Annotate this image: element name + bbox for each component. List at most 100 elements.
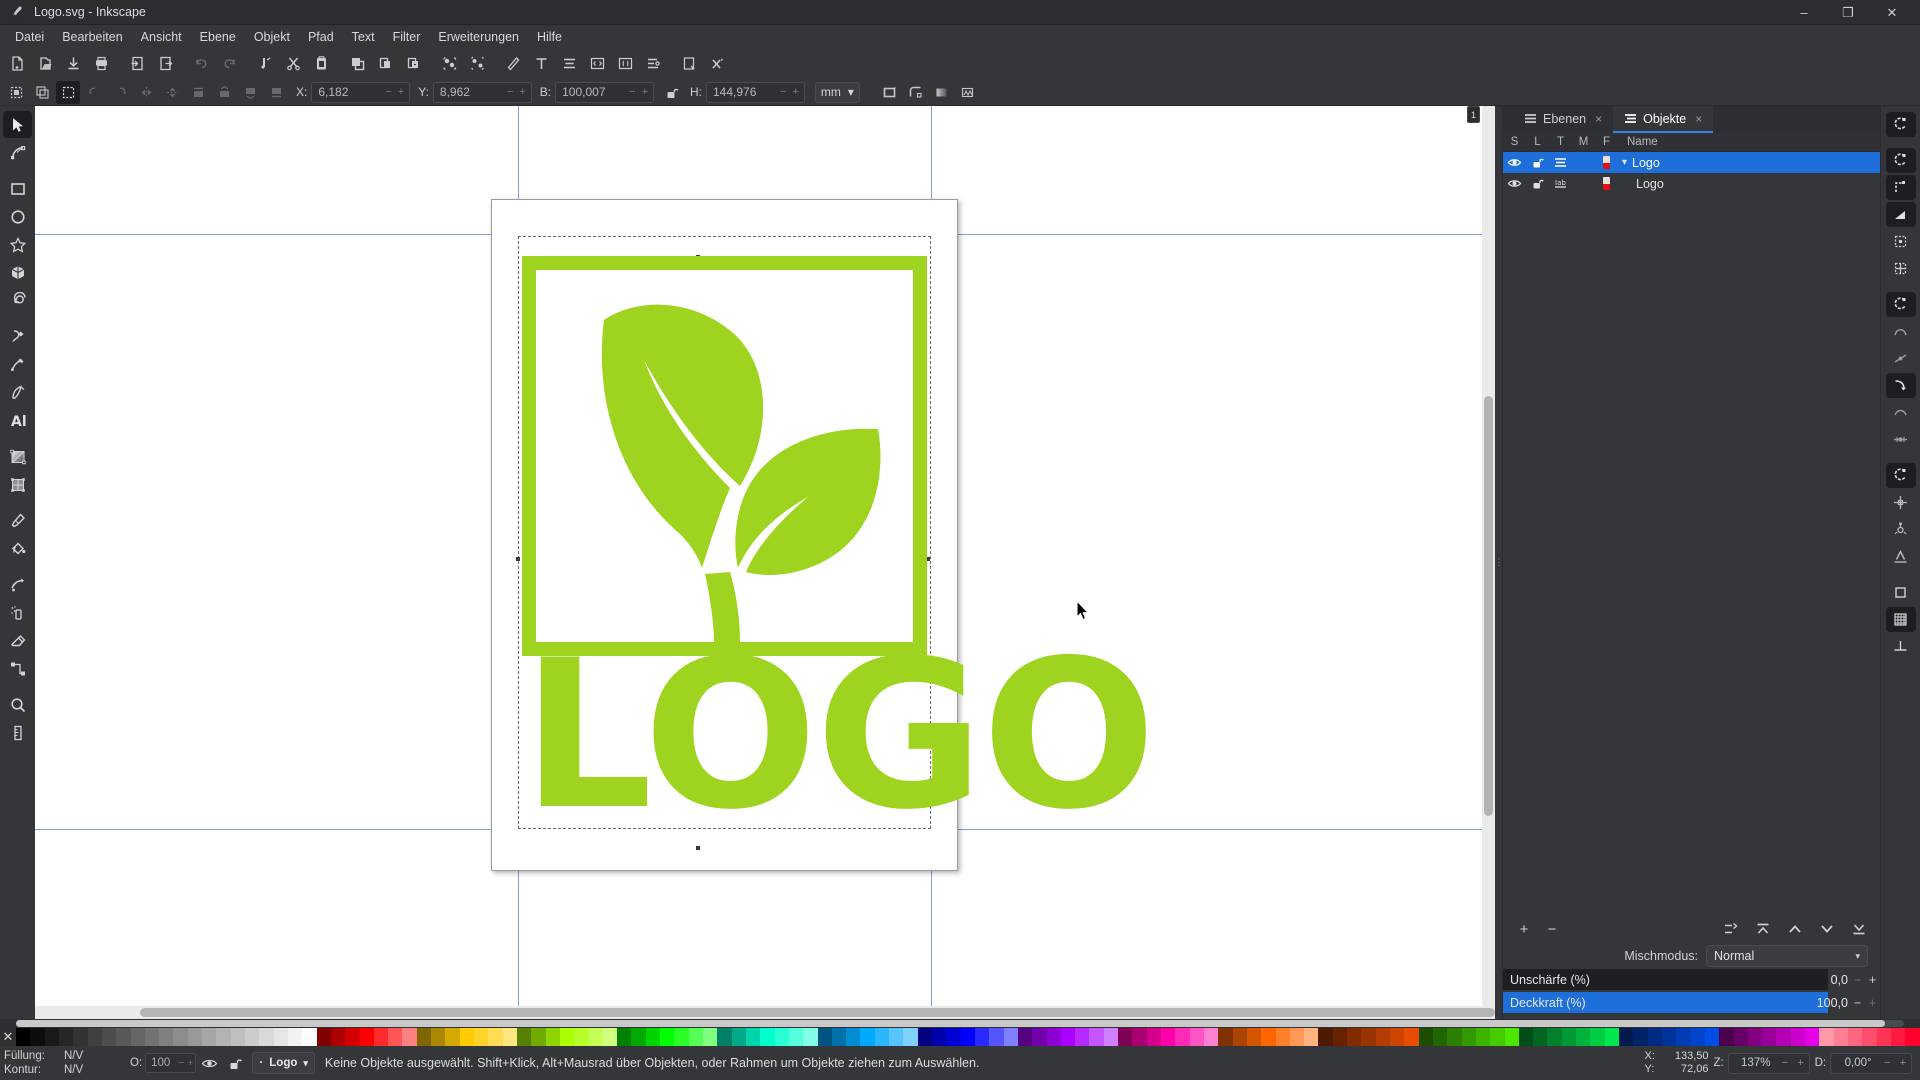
palette-swatch[interactable]: [144, 1028, 160, 1046]
palette-swatch[interactable]: [230, 1028, 245, 1046]
label-icon[interactable]: Iab: [1549, 176, 1572, 191]
selection-handle-left[interactable]: [516, 557, 520, 561]
lower-to-bottom-icon[interactable]: [264, 81, 288, 104]
palette-swatch[interactable]: [1404, 1028, 1419, 1046]
palette-swatch[interactable]: [932, 1028, 947, 1046]
palette-swatch[interactable]: [889, 1028, 904, 1046]
group-icon[interactable]: [436, 50, 463, 77]
fill-swatch[interactable]: [1595, 177, 1618, 190]
pencil-tool[interactable]: [3, 323, 32, 350]
height-decrement[interactable]: −: [777, 86, 789, 98]
snap-text-baseline-icon[interactable]: [1886, 544, 1916, 569]
status-opacity-decrement[interactable]: −: [178, 1057, 184, 1069]
palette-swatch[interactable]: [831, 1028, 847, 1046]
paintbucket-tool[interactable]: [3, 535, 32, 562]
flip-horizontal-icon[interactable]: [134, 81, 158, 104]
rotation-increment[interactable]: +: [1898, 1057, 1908, 1069]
palette-swatch[interactable]: [917, 1028, 932, 1046]
import-icon[interactable]: [124, 50, 151, 77]
palette-swatch[interactable]: [1089, 1028, 1104, 1046]
palette-swatch[interactable]: [488, 1028, 503, 1046]
palette-swatch[interactable]: [1733, 1028, 1748, 1046]
bezier-tool[interactable]: [3, 351, 32, 378]
palette-swatch[interactable]: [474, 1028, 489, 1046]
snap-page-border-icon[interactable]: [1886, 580, 1916, 605]
palette-swatch[interactable]: [1547, 1028, 1562, 1046]
palette-swatch[interactable]: [817, 1028, 832, 1046]
calligraphy-tool[interactable]: [3, 379, 32, 406]
blend-mode-select[interactable]: Normal ▾: [1706, 945, 1868, 967]
tab-objekte-close[interactable]: ×: [1695, 112, 1702, 126]
palette-swatch[interactable]: [1690, 1028, 1705, 1046]
palette-swatch[interactable]: [173, 1028, 188, 1046]
x-input[interactable]: 6,182 − +: [311, 81, 411, 103]
palette-swatch[interactable]: [101, 1028, 117, 1046]
opacity-decrement[interactable]: −: [1850, 996, 1865, 1010]
menu-filter[interactable]: Filter: [384, 27, 430, 47]
palette-swatch[interactable]: [1203, 1028, 1219, 1046]
snap-grid-icon[interactable]: [1885, 607, 1916, 632]
zoom-tool[interactable]: [3, 691, 32, 718]
x-decrement[interactable]: −: [382, 86, 394, 98]
palette-swatch[interactable]: [1647, 1028, 1662, 1046]
palette-swatch[interactable]: [159, 1028, 174, 1046]
palette-swatch[interactable]: [1561, 1028, 1577, 1046]
blur-decrement[interactable]: −: [1850, 973, 1865, 987]
object-name-cell[interactable]: ▾ Logo: [1618, 156, 1660, 170]
palette-swatch[interactable]: [545, 1028, 560, 1046]
drawing-canvas[interactable]: LOGO 1: [35, 106, 1482, 1006]
align-icon[interactable]: [556, 50, 583, 77]
palette-swatch[interactable]: [1475, 1028, 1491, 1046]
zoom-decrement[interactable]: −: [1780, 1057, 1790, 1069]
menu-pfad[interactable]: Pfad: [299, 27, 343, 47]
open-document-icon[interactable]: [32, 50, 59, 77]
affect-gradients-icon[interactable]: [930, 81, 954, 104]
palette-swatch[interactable]: [1533, 1028, 1548, 1046]
palette-swatch[interactable]: [1776, 1028, 1791, 1046]
menu-bearbeiten[interactable]: Bearbeiten: [53, 27, 131, 47]
palette-swatch[interactable]: [1189, 1028, 1204, 1046]
palette-swatch[interactable]: [588, 1028, 603, 1046]
ungroup-icon[interactable]: [464, 50, 491, 77]
rotate-ccw-icon[interactable]: [82, 81, 106, 104]
tab-objekte[interactable]: Objekte ×: [1613, 106, 1714, 133]
raise-icon[interactable]: [1784, 918, 1806, 940]
rotation-input[interactable]: 0,00° − +: [1830, 1052, 1912, 1074]
palette-swatch[interactable]: [860, 1028, 875, 1046]
affect-stroke-width-icon[interactable]: [878, 81, 902, 104]
palette-swatch[interactable]: [1518, 1028, 1534, 1046]
preferences-icon[interactable]: [640, 50, 667, 77]
palette-swatch[interactable]: [259, 1028, 274, 1046]
eraser-tool[interactable]: [3, 627, 32, 654]
fill-stroke-icon[interactable]: [500, 50, 527, 77]
palette-swatch[interactable]: [788, 1028, 804, 1046]
unit-select[interactable]: mm ▾: [814, 81, 860, 103]
palette-swatch[interactable]: [559, 1028, 575, 1046]
palette-swatch[interactable]: [373, 1028, 389, 1046]
palette-swatch[interactable]: [631, 1028, 646, 1046]
palette-swatch[interactable]: [287, 1028, 303, 1046]
palette-swatch[interactable]: [1232, 1028, 1247, 1046]
palette-swatch[interactable]: [745, 1028, 761, 1046]
palette-swatch[interactable]: [1890, 1028, 1906, 1046]
minimize-button[interactable]: –: [1782, 0, 1826, 25]
canvas-horizontal-scrollbar[interactable]: [35, 1006, 1495, 1019]
paste-icon[interactable]: [308, 50, 335, 77]
palette-swatch[interactable]: [760, 1028, 775, 1046]
undo-icon[interactable]: [188, 50, 215, 77]
xml-editor-icon[interactable]: [584, 50, 611, 77]
palette-swatch[interactable]: [345, 1028, 360, 1046]
palette-swatch[interactable]: [1676, 1028, 1691, 1046]
tab-ebenen[interactable]: Ebenen ×: [1513, 106, 1613, 133]
palette-swatch[interactable]: [1103, 1028, 1119, 1046]
palette-swatch[interactable]: [44, 1028, 59, 1046]
affect-patterns-icon[interactable]: [956, 81, 980, 104]
export-icon[interactable]: [152, 50, 179, 77]
snap-bbox-center-icon[interactable]: [1886, 229, 1916, 254]
palette-swatch[interactable]: [1905, 1028, 1920, 1046]
gradient-tool[interactable]: [3, 443, 32, 470]
maximize-button[interactable]: ❐: [1826, 0, 1870, 25]
snap-node-paths-icon[interactable]: [1885, 292, 1916, 317]
palette-scrollbar-thumb[interactable]: [16, 1020, 1886, 1027]
add-object-button[interactable]: +: [1513, 918, 1535, 940]
